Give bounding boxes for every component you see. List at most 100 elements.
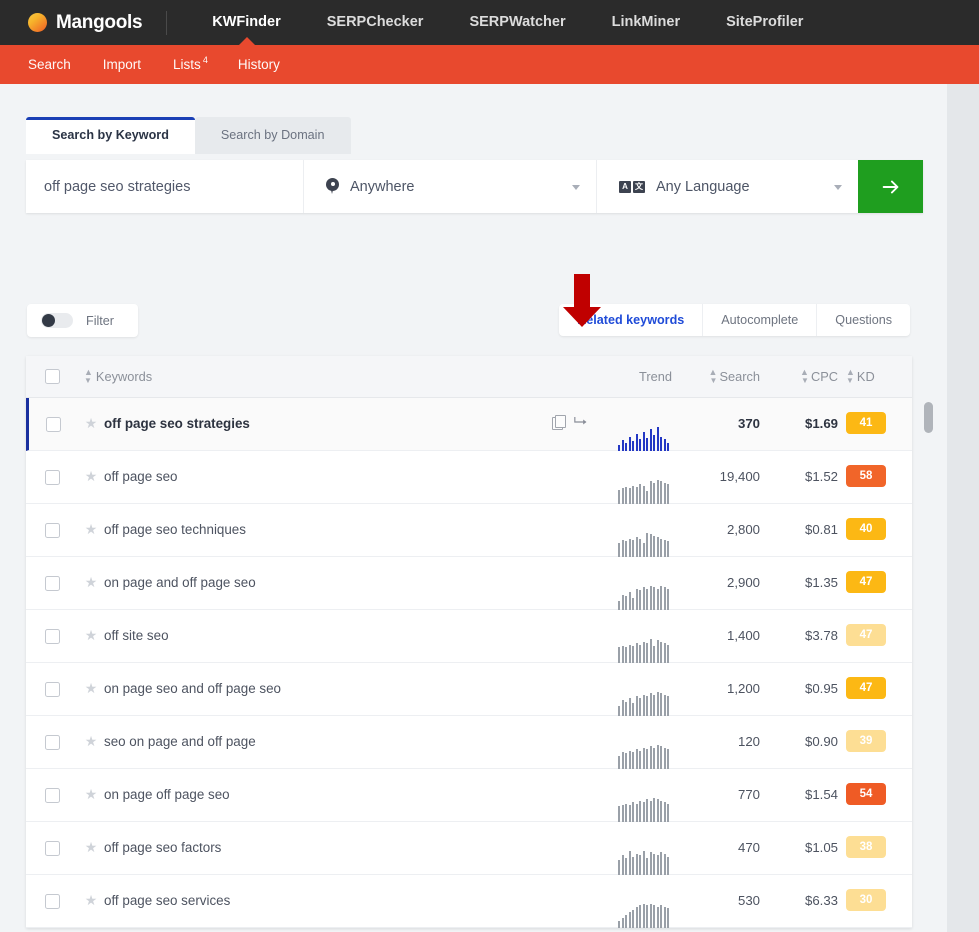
tab-questions[interactable]: Questions: [816, 304, 910, 336]
kd-badge: 47: [846, 624, 886, 646]
row-checkbox[interactable]: [44, 629, 60, 644]
nav-serpchecker[interactable]: SERPChecker: [304, 0, 447, 45]
filter-toggle[interactable]: Filter: [27, 304, 138, 337]
row-favorite-cell: ★: [78, 663, 104, 695]
row-search-volume: 19,400: [719, 469, 760, 484]
row-checkbox[interactable]: [44, 894, 60, 909]
sparkline: [618, 425, 669, 451]
nav-linkminer[interactable]: LinkMiner: [589, 0, 703, 45]
col-kd-label: KD: [856, 369, 875, 384]
chevron-down-icon: [834, 184, 842, 190]
search-mode-tabs: Search by Keyword Search by Domain: [26, 117, 351, 154]
row-cpc: $0.90: [804, 734, 838, 749]
star-icon[interactable]: ★: [85, 840, 98, 854]
table-row[interactable]: ★ off page seo services 530 $6.33 30: [26, 875, 912, 928]
row-checkbox[interactable]: [44, 470, 60, 485]
tab-autocomplete[interactable]: Autocomplete: [702, 304, 816, 336]
location-select[interactable]: Anywhere: [303, 160, 596, 213]
row-favorite-cell: ★: [78, 769, 104, 801]
subnav-history-label: History: [237, 57, 280, 72]
table-row[interactable]: ★ on page off page seo 770 $1.54 54: [26, 769, 912, 822]
row-checkbox[interactable]: [46, 417, 61, 432]
kd-badge: 54: [846, 783, 886, 805]
sparkline: [618, 478, 669, 504]
nav-serpwatcher[interactable]: SERPWatcher: [446, 0, 588, 45]
star-icon[interactable]: ★: [85, 628, 98, 642]
sort-icon: ▲ ▼: [846, 367, 855, 385]
row-kd-cell: 41: [838, 398, 912, 434]
search-submit-button[interactable]: [858, 160, 923, 213]
chevron-down-icon: [572, 184, 580, 190]
table-row[interactable]: ★ seo on page and off page 120 $0.90 39: [26, 716, 912, 769]
col-keywords[interactable]: ▲ ▼ Keywords: [78, 368, 552, 385]
row-select-cell: [26, 822, 78, 856]
star-icon[interactable]: ★: [85, 469, 98, 483]
row-select-cell: [29, 398, 78, 432]
table-row[interactable]: ★ on page and off page seo 2,900 $1.35 47: [26, 557, 912, 610]
star-icon[interactable]: ★: [85, 575, 98, 589]
row-kd-cell: 58: [838, 451, 912, 487]
select-all-checkbox[interactable]: [44, 369, 60, 384]
row-cpc: $3.78: [804, 628, 838, 643]
row-checkbox[interactable]: [44, 682, 60, 697]
subnav-import-label: Import: [102, 57, 142, 72]
row-cpc: $1.52: [804, 469, 838, 484]
star-icon[interactable]: ★: [85, 522, 98, 536]
arrow-right-icon: [882, 180, 898, 193]
keyword-input[interactable]: [26, 160, 303, 213]
row-cpc: $0.81: [804, 522, 838, 537]
sort-icon: ▲ ▼: [708, 367, 718, 385]
row-search-volume: 120: [737, 734, 760, 749]
table-row[interactable]: ★ off page seo 19,400 $1.52 58: [26, 451, 912, 504]
brand-logo[interactable]: Mangools: [28, 12, 166, 34]
col-search[interactable]: ▲ ▼ Search: [672, 368, 760, 385]
row-select-cell: [26, 663, 78, 697]
table-row[interactable]: ★ off site seo 1,400 $3.78 47: [26, 610, 912, 663]
sparkline: [618, 637, 669, 663]
table-row[interactable]: ★ off page seo techniques 2,800 $0.81 40: [26, 504, 912, 557]
star-icon[interactable]: ★: [85, 787, 98, 801]
row-checkbox[interactable]: [44, 576, 60, 591]
table-scrollbar[interactable]: [924, 402, 934, 922]
row-checkbox[interactable]: [44, 735, 60, 750]
row-checkbox[interactable]: [44, 523, 60, 538]
row-search-volume: 2,900: [726, 575, 760, 590]
tab-search-by-domain[interactable]: Search by Domain: [194, 117, 351, 154]
row-kd-cell: 47: [838, 610, 912, 646]
subnav-history[interactable]: History: [238, 57, 280, 72]
row-keyword: off page seo: [104, 469, 178, 484]
subnav-lists[interactable]: Lists 4: [173, 55, 208, 72]
star-icon[interactable]: ★: [85, 734, 98, 748]
language-select[interactable]: A文 Any Language: [596, 160, 858, 213]
col-trend-label: Trend: [639, 369, 672, 384]
col-kd[interactable]: ▲ ▼ KD: [838, 368, 912, 385]
row-keyword: off site seo: [104, 628, 169, 643]
star-icon[interactable]: ★: [85, 416, 98, 430]
row-checkbox[interactable]: [44, 841, 60, 856]
kd-badge: 41: [846, 412, 886, 434]
subnav-search[interactable]: Search: [28, 57, 71, 72]
toggle-switch[interactable]: [41, 313, 73, 328]
divider: [166, 10, 168, 35]
analyze-serp-icon[interactable]: [574, 415, 589, 429]
kd-badge: 39: [846, 730, 886, 752]
tab-search-by-keyword[interactable]: Search by Keyword: [26, 117, 195, 154]
sort-icon: ▲ ▼: [800, 367, 809, 385]
subnav-import[interactable]: Import: [103, 57, 141, 72]
row-action-icons: [552, 451, 612, 468]
table-row[interactable]: ★ on page seo and off page seo 1,200 $0.95 4…: [26, 663, 912, 716]
star-icon[interactable]: ★: [85, 681, 98, 695]
row-select-cell: [26, 557, 78, 591]
table-row[interactable]: ★ off page seo strategies 370 $1.69 41: [26, 398, 912, 451]
col-cpc[interactable]: ▲ ▼ CPC: [760, 368, 838, 385]
copy-icon[interactable]: [552, 415, 566, 430]
nav-siteprofiler[interactable]: SiteProfiler: [703, 0, 826, 45]
scrollbar-thumb[interactable]: [924, 402, 933, 433]
nav-kwfinder[interactable]: KWFinder: [189, 0, 303, 45]
row-search-volume: 530: [737, 893, 760, 908]
row-checkbox[interactable]: [44, 788, 60, 803]
table-row[interactable]: ★ off page seo factors 470 $1.05 38: [26, 822, 912, 875]
keyword-source-tabs: Related keywords Autocomplete Questions: [559, 304, 910, 336]
row-favorite-cell: ★: [78, 398, 104, 430]
star-icon[interactable]: ★: [85, 893, 98, 907]
